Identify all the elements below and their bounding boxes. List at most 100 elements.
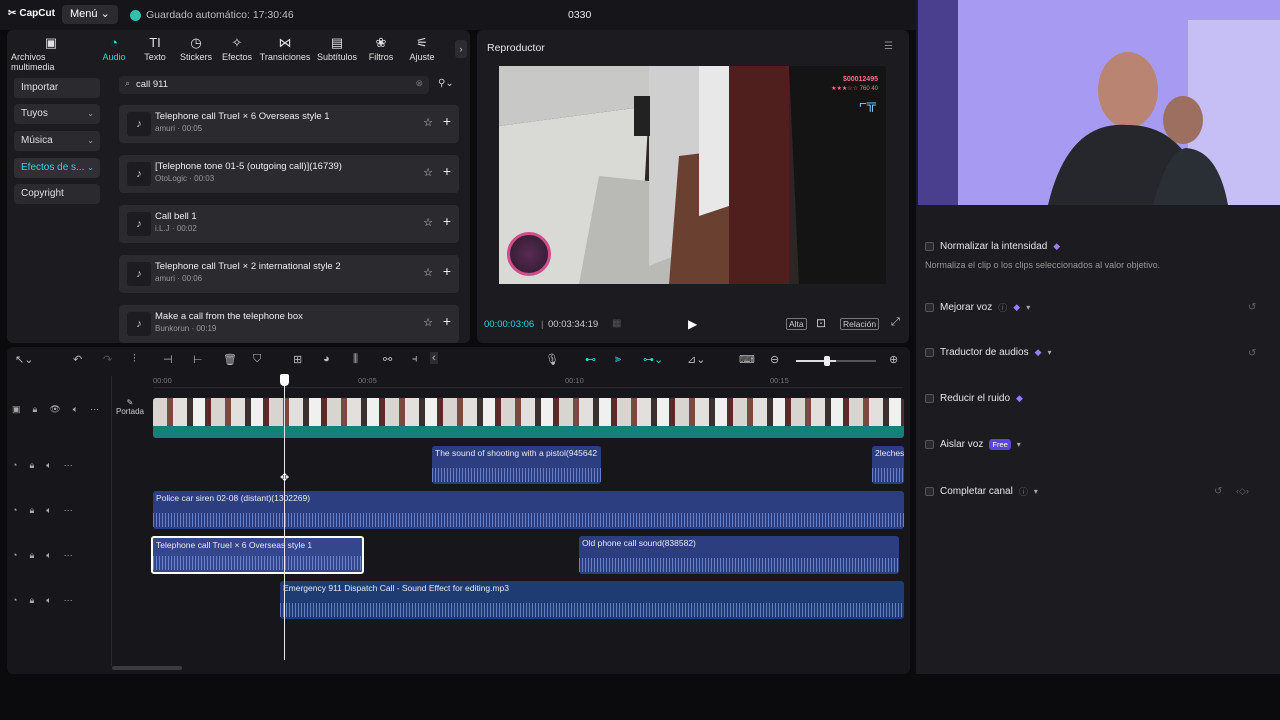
shield-icon[interactable]: ⛉ [253, 353, 261, 366]
frame-grid-icon[interactable]: ▦ [612, 318, 621, 329]
normalize-row[interactable]: Normalizar la intensidad ◆ [925, 241, 1060, 252]
reset-icon[interactable]: ↺ [1248, 348, 1256, 359]
tab-stickers[interactable]: ◷ Stickers [177, 34, 215, 66]
add-icon[interactable]: + [443, 163, 451, 179]
star-icon[interactable]: ☆ [423, 266, 433, 279]
eye-icon[interactable]: 👁︎ [49, 404, 60, 415]
horizontal-scrollbar[interactable] [112, 666, 182, 670]
magic-icon[interactable]: ⚯ [383, 353, 392, 366]
lock-icon[interactable]: 🔒︎ [29, 550, 34, 561]
chevron-down-icon[interactable]: ▾ [1026, 303, 1030, 312]
sidebar-item-yours[interactable]: Tuyos ⌄ [14, 104, 100, 124]
chevron-down-icon[interactable]: ▾ [1034, 487, 1038, 496]
isolate-checkbox[interactable] [925, 440, 934, 449]
tab-transitions[interactable]: ⋈ Transiciones [259, 34, 311, 66]
keyframe-icon[interactable]: ‹◇› [1236, 486, 1249, 497]
star-icon[interactable]: ☆ [423, 166, 433, 179]
audio-translator-row[interactable]: Traductor de audios ◆ ▾ [925, 347, 1052, 358]
add-icon[interactable]: + [443, 313, 451, 329]
normalize-checkbox[interactable] [925, 242, 934, 251]
tab-effects[interactable]: ✧ Efectos [220, 34, 254, 66]
tab-text[interactable]: TI Texto [139, 34, 171, 66]
chevron-right-icon[interactable]: › [455, 40, 467, 58]
sidebar-item-music[interactable]: Música ⌄ [14, 131, 100, 151]
more-icon[interactable]: ⋯ [64, 595, 73, 606]
lock-icon[interactable]: 🔒︎ [29, 460, 34, 471]
isolate-voice-row[interactable]: Aislar voz Free ▾ [925, 439, 1021, 450]
star-icon[interactable]: ☆ [423, 316, 433, 329]
chevron-down-icon[interactable]: ▾ [1048, 348, 1052, 357]
track-thumb-icon[interactable]: ▣ [12, 404, 21, 415]
split-audio-icon[interactable]: ⫞ [412, 353, 418, 366]
volume-icon[interactable]: 🔈︎ [46, 595, 51, 606]
sidebar-item-sound-effects[interactable]: Efectos de s... ⌄ [14, 158, 100, 178]
audio-clip-oldphone[interactable]: Old phone call sound(838582) [579, 536, 899, 574]
more-icon[interactable]: ⋯ [64, 505, 73, 516]
time-ruler[interactable]: 00:00 00:05 00:10 00:15 [153, 376, 903, 388]
volume-icon[interactable]: 🔈︎ [46, 460, 51, 471]
add-icon[interactable]: + [443, 113, 451, 129]
sidebar-item-import[interactable]: Importar [14, 78, 100, 98]
search-input[interactable]: ⌕ call 911 ⊗ [119, 76, 429, 94]
complete-channel-row[interactable]: Completar canal ⓘ ▾ [925, 485, 1038, 498]
list-item[interactable]: ♪ Call bell 1 i.L.J · 00:02 ☆ + [119, 205, 459, 243]
lock-icon[interactable]: 🔒︎ [33, 404, 38, 415]
noise-reduction-row[interactable]: Reducir el ruido ◆ [925, 393, 1023, 404]
crop-icon[interactable]: ⊞ [293, 353, 302, 366]
audio-clip-emergency[interactable]: Emergency 911 Dispatch Call - Sound Effe… [280, 581, 904, 619]
channel-checkbox[interactable] [925, 487, 934, 496]
ratio-button[interactable]: Relación [840, 318, 880, 330]
cursor-select-icon[interactable]: ↖⌄ [15, 353, 33, 366]
list-item[interactable]: ♪ Telephone call TrueI × 2 international … [119, 255, 459, 293]
translator-checkbox[interactable] [925, 348, 934, 357]
star-icon[interactable]: ☆ [423, 116, 433, 129]
tab-subtitles[interactable]: ▤ Subtítulos [316, 34, 358, 66]
cover-button[interactable]: ✎ Portada [115, 398, 145, 416]
microphone-icon[interactable]: 🎙 [545, 353, 559, 366]
zoom-slider[interactable] [796, 356, 876, 366]
tab-media[interactable]: ▣ Archivos multimedia [11, 34, 91, 72]
play-button[interactable]: ▶ [688, 317, 697, 331]
add-icon[interactable]: + [443, 213, 451, 229]
link-main-track-icon[interactable]: ⊷ [585, 353, 596, 366]
audio-clip-leches[interactable]: 2leches [872, 446, 904, 484]
list-item[interactable]: ♪ Make a call from the telephone box Bunko… [119, 305, 459, 343]
fullscreen-icon[interactable]: ⤢ [891, 316, 900, 329]
list-item[interactable]: ♪ Telephone call TrueI × 6 Overseas style… [119, 105, 459, 143]
adjust-audio-icon[interactable]: ⫼ [353, 353, 358, 366]
clear-icon[interactable]: ⊗ [415, 78, 423, 89]
enhance-voice-row[interactable]: Mejorar voz ⓘ ◆ ▾ [925, 301, 1030, 314]
zoom-fit-icon[interactable]: ⊡ [816, 316, 826, 330]
snap-icon[interactable]: ⫸ [615, 353, 621, 366]
audio-clip-siren[interactable]: Police car siren 02-08 (distant)(1302269… [153, 491, 904, 529]
enhance-checkbox[interactable] [925, 303, 934, 312]
delete-icon[interactable]: 🗑 [223, 353, 237, 366]
filter-icon[interactable]: ⚲⌄ [438, 78, 454, 89]
zoom-in-icon[interactable]: ⊕ [889, 353, 898, 366]
zoom-out-icon[interactable]: ⊖ [770, 353, 779, 366]
link-icon[interactable]: ⊶⌄ [643, 353, 663, 366]
chevron-left-icon[interactable]: ‹ [430, 352, 438, 364]
noise-checkbox[interactable] [925, 394, 934, 403]
audio-clip-telephone-selected[interactable]: Telephone call TrueI × 6 Overseas style … [151, 536, 364, 574]
split-left-icon[interactable]: ⊣ [163, 353, 173, 366]
more-icon[interactable]: ⋯ [64, 460, 73, 471]
split-icon[interactable]: ⫶ [133, 353, 136, 366]
video-clip[interactable] [153, 398, 904, 438]
keyboard-icon[interactable]: ⌨ [739, 353, 755, 366]
more-icon[interactable]: ⋯ [90, 404, 99, 415]
video-preview[interactable]: $00012495 ★★★☆☆ 760 40 ⌐╦ [499, 66, 886, 284]
lock-icon[interactable]: 🔒︎ [29, 595, 34, 606]
zoom-slider-handle[interactable] [824, 356, 830, 366]
playhead[interactable] [284, 376, 285, 660]
audio-clip-shooting[interactable]: The sound of shooting with a pistol(9456… [432, 446, 601, 484]
menu-button[interactable]: Menú ⌄ [62, 5, 118, 24]
playhead-handle[interactable] [280, 374, 289, 386]
volume-icon[interactable]: 🔈︎ [46, 550, 51, 561]
tab-audio[interactable]: ◔ Audio [97, 34, 131, 66]
lock-icon[interactable]: 🔒︎ [29, 505, 34, 516]
quality-button[interactable]: Alta [786, 318, 807, 330]
star-icon[interactable]: ☆ [423, 216, 433, 229]
reset-icon[interactable]: ↺ [1248, 302, 1256, 313]
more-icon[interactable]: ⋯ [64, 550, 73, 561]
